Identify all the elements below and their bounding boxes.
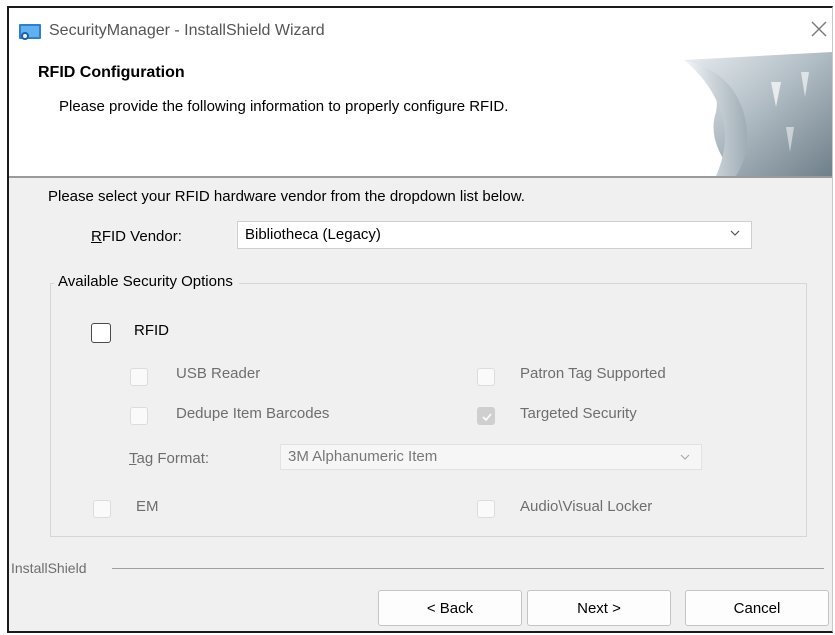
targeted-security-checkbox[interactable] [477,407,495,425]
window-title: SecurityManager - InstallShield Wizard [49,22,325,39]
rfid-vendor-label: RFID Vendor: [91,228,182,245]
rfid-vendor-mnemonic: R [91,228,102,245]
audio-visual-locker-checkbox[interactable] [477,500,495,518]
audio-visual-locker-label: Audio\Visual Locker [520,498,653,515]
checkmark-icon [482,413,492,422]
rfid-checkbox[interactable] [91,323,111,343]
cancel-button[interactable]: Cancel [685,590,829,626]
em-label: EM [136,498,159,515]
tag-format-label-text: ag Format: [136,450,210,467]
page-subtitle: Please provide the following information… [59,98,509,115]
dedupe-item-barcodes-checkbox[interactable] [130,407,148,425]
next-button[interactable]: Next > [527,590,671,626]
patron-tag-supported-checkbox[interactable] [477,368,495,386]
page-title: RFID Configuration [38,64,185,81]
targeted-security-label: Targeted Security [520,405,637,422]
usb-reader-checkbox[interactable] [130,368,148,386]
security-options-legend: Available Security Options [54,273,239,290]
app-icon [19,24,41,46]
wizard-body: Please select your RFID hardware vendor … [9,178,832,626]
tag-format-mnemonic: T [129,450,137,467]
em-checkbox[interactable] [93,500,111,518]
header-banner-image [676,52,832,176]
close-icon[interactable] [806,16,832,42]
back-button[interactable]: < Back [378,590,522,626]
title-bar: SecurityManager - InstallShield Wizard [9,8,832,52]
instruction-text: Please select your RFID hardware vendor … [48,188,525,205]
rfid-label: RFID [134,322,169,339]
patron-tag-supported-label: Patron Tag Supported [520,365,666,382]
rfid-vendor-value: Bibliotheca (Legacy) [245,226,381,243]
tag-format-value: 3M Alphanumeric Item [288,448,438,465]
tag-format-dropdown[interactable]: 3M Alphanumeric Item [280,444,702,470]
installshield-brand: InstallShield [11,560,87,576]
rfid-vendor-dropdown[interactable]: Bibliotheca (Legacy) [237,221,752,249]
dedupe-item-barcodes-label: Dedupe Item Barcodes [176,405,330,422]
rfid-vendor-label-text: FID Vendor: [101,228,182,245]
chevron-down-icon [730,230,740,236]
installer-window: SecurityManager - InstallShield Wizard R… [7,6,833,633]
wizard-header: RFID Configuration Please provide the fo… [9,52,832,178]
usb-reader-label: USB Reader [176,365,261,382]
footer-divider [112,568,824,569]
chevron-down-icon [680,454,690,460]
tag-format-label: Tag Format: [129,450,209,467]
